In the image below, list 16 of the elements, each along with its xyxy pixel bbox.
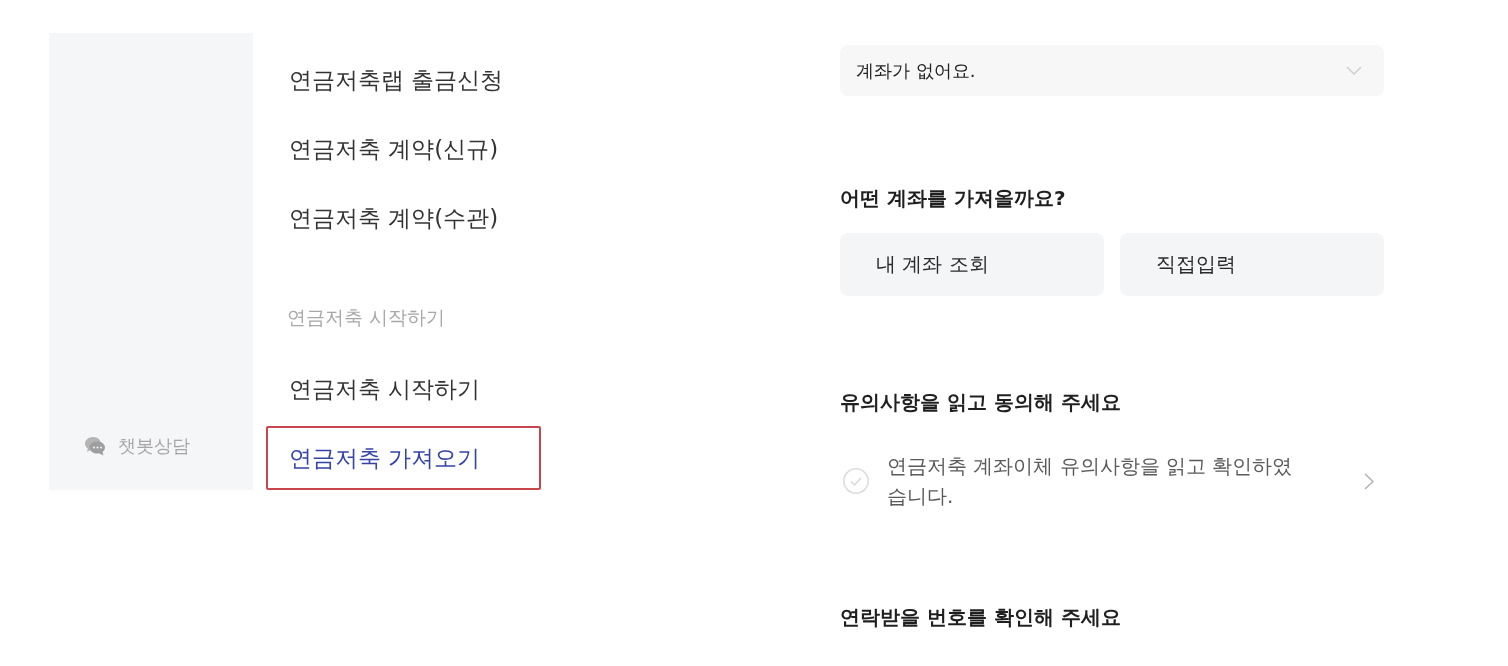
chevron-down-icon xyxy=(1346,66,1362,75)
menu-item[interactable]: 연금저축랩 출금신청 xyxy=(266,48,541,112)
account-select[interactable]: 계좌가 없어요. xyxy=(840,45,1384,96)
menu-section-label: 연금저축 시작하기 xyxy=(286,305,447,330)
menu-item[interactable]: 연금저축 계약(수관) xyxy=(266,186,541,250)
section-heading: 연락받을 번호를 확인해 주세요 xyxy=(840,604,1121,631)
option-button[interactable]: 내 계좌 조회 xyxy=(840,233,1104,296)
menu-item[interactable]: 연금저축 가져오기 xyxy=(266,426,541,490)
chevron-right-icon[interactable] xyxy=(1364,472,1374,490)
menu-item[interactable]: 연금저축 시작하기 xyxy=(266,357,541,421)
section-heading: 어떤 계좌를 가져올까요? xyxy=(840,185,1066,212)
section-heading: 유의사항을 읽고 동의해 주세요 xyxy=(840,389,1121,416)
menu-item[interactable]: 연금저축 계약(신규) xyxy=(266,117,541,181)
option-button[interactable]: 직접입력 xyxy=(1120,233,1384,296)
checkbox[interactable] xyxy=(843,468,869,494)
agreement-text: 연금저축 계좌이체 유의사항을 읽고 확인하였습니다. xyxy=(887,453,1294,510)
